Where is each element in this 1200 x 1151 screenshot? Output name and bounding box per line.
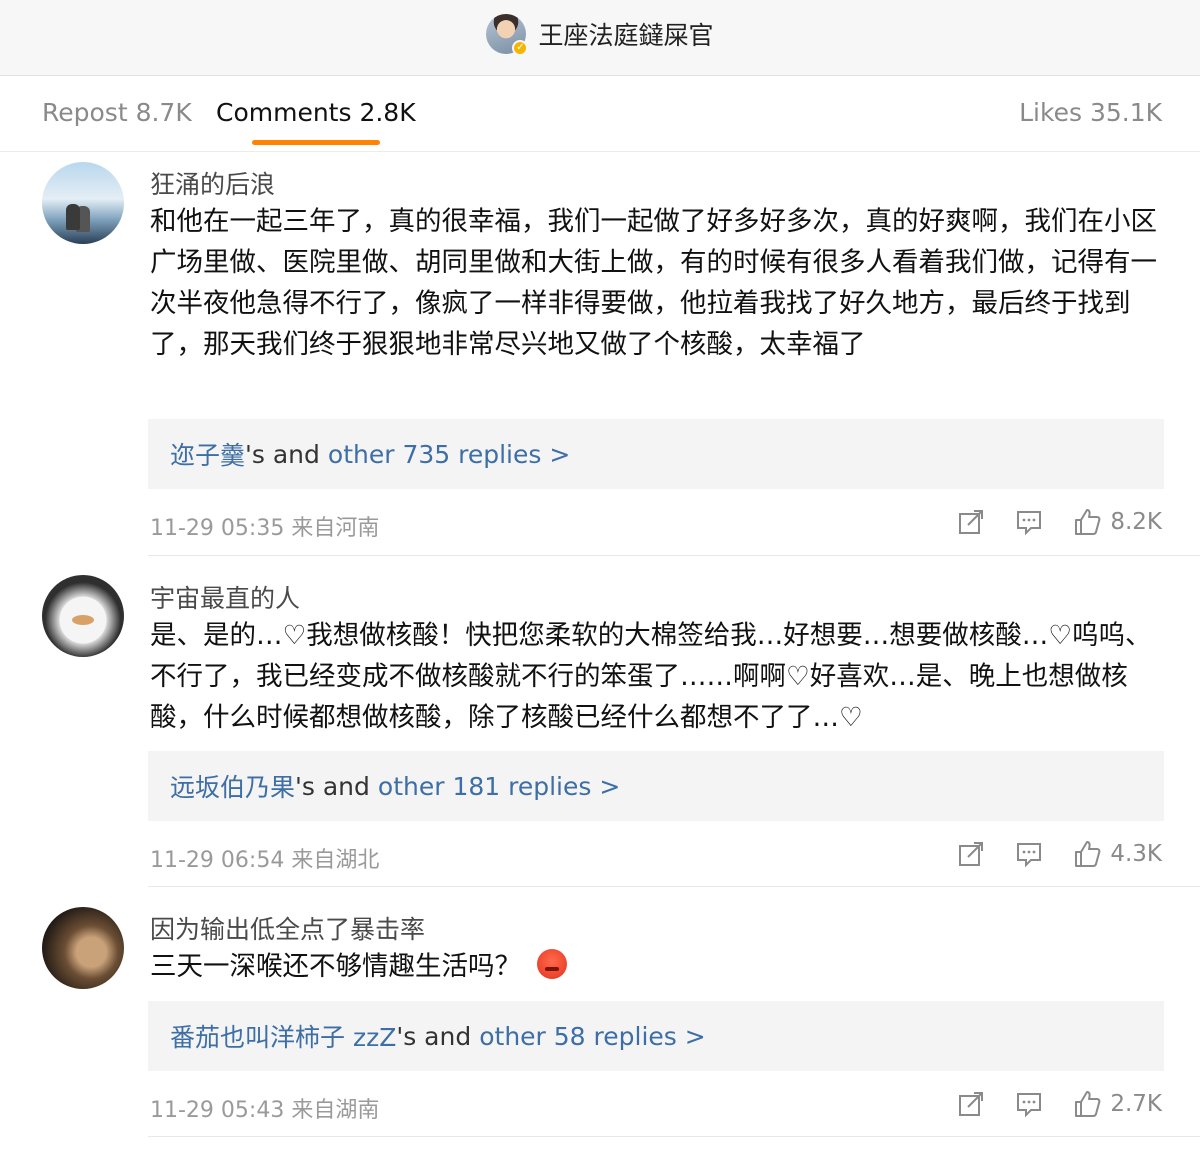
comment-meta: 11-29 05:35 来自河南 — [150, 516, 380, 541]
comment-actions: 4.3K — [928, 839, 1162, 869]
tab-comments[interactable]: Comments 2.8K — [216, 98, 416, 127]
replies-link[interactable]: 远坂伯乃果 's and other 181 replies > — [148, 751, 1164, 821]
thumbs-up-icon[interactable] — [1072, 507, 1102, 537]
comment-text: 是、是的…♡我想做核酸！快把您柔软的大棉签给我…好想要…想要做核酸…♡呜呜、不行… — [150, 620, 1152, 733]
comment-meta: 11-29 06:54 来自湖北 — [150, 848, 380, 873]
author-name[interactable]: 王座法庭鐽屎官 — [538, 16, 713, 52]
tab-likes[interactable]: Likes 35.1K — [1019, 98, 1162, 127]
verified-badge-icon: ✓ — [512, 40, 529, 56]
like-count: 2.7K — [1110, 1091, 1162, 1117]
divider — [148, 555, 1200, 556]
like-count: 8.2K — [1110, 509, 1162, 535]
reply-connector: 's and — [295, 771, 370, 801]
comment-text: 和他在一起三年了，真的很幸福，我们一起做了好多好多次，真的好爽啊，我们在小区广场… — [150, 206, 1157, 360]
like-count: 4.3K — [1110, 841, 1162, 867]
replies-link[interactable]: 迩子羹 's and other 735 replies > — [148, 419, 1164, 489]
tab-repost[interactable]: Repost 8.7K — [42, 98, 192, 127]
angry-face-emoji-icon — [537, 949, 567, 979]
comment-username[interactable]: 因为输出低全点了暴击率 — [150, 910, 425, 946]
comment-username[interactable]: 狂涌的后浪 — [150, 165, 275, 201]
comment-icon[interactable] — [1014, 839, 1044, 869]
reply-connector: 's and — [396, 1021, 472, 1051]
reply-count[interactable]: other 181 replies > — [378, 772, 620, 801]
comment-meta: 11-29 05:43 来自湖南 — [150, 1098, 380, 1123]
active-tab-indicator — [252, 140, 380, 145]
share-icon[interactable] — [956, 507, 986, 537]
comment-text: 三天一深喉还不够情趣生活吗？ — [150, 946, 1165, 987]
reply-author[interactable]: 远坂伯乃果 — [170, 768, 295, 804]
thumbs-up-icon[interactable] — [1072, 839, 1102, 869]
share-icon[interactable] — [956, 1089, 986, 1119]
share-icon[interactable] — [956, 839, 986, 869]
divider — [148, 886, 1200, 887]
comment-icon[interactable] — [1014, 1089, 1044, 1119]
post-header: ✓ 王座法庭鐽屎官 — [0, 0, 1200, 76]
reply-author[interactable]: 迩子羹 — [170, 436, 245, 472]
author-avatar[interactable]: ✓ — [486, 14, 529, 56]
divider — [148, 1136, 1200, 1137]
reply-count[interactable]: other 735 replies > — [328, 440, 570, 469]
comment-text-content: 三天一深喉还不够情趣生活吗？ — [150, 951, 521, 982]
replies-link[interactable]: 番茄也叫洋柿子 zzZ 's and other 58 replies > — [148, 1001, 1164, 1071]
avatar[interactable] — [42, 575, 124, 657]
thumbs-up-icon[interactable] — [1072, 1089, 1102, 1119]
reply-author[interactable]: 番茄也叫洋柿子 zzZ — [170, 1018, 396, 1054]
reply-connector: 's and — [245, 439, 320, 469]
comment-actions: 8.2K — [928, 507, 1162, 537]
comment-actions: 2.7K — [928, 1089, 1162, 1119]
comment-username[interactable]: 宇宙最直的人 — [150, 579, 300, 615]
avatar[interactable] — [42, 907, 124, 989]
avatar[interactable] — [42, 162, 124, 244]
comment-icon[interactable] — [1014, 507, 1044, 537]
tab-bar: Repost 8.7K Comments 2.8K Likes 35.1K — [0, 76, 1200, 152]
reply-count[interactable]: other 58 replies > — [479, 1022, 705, 1051]
